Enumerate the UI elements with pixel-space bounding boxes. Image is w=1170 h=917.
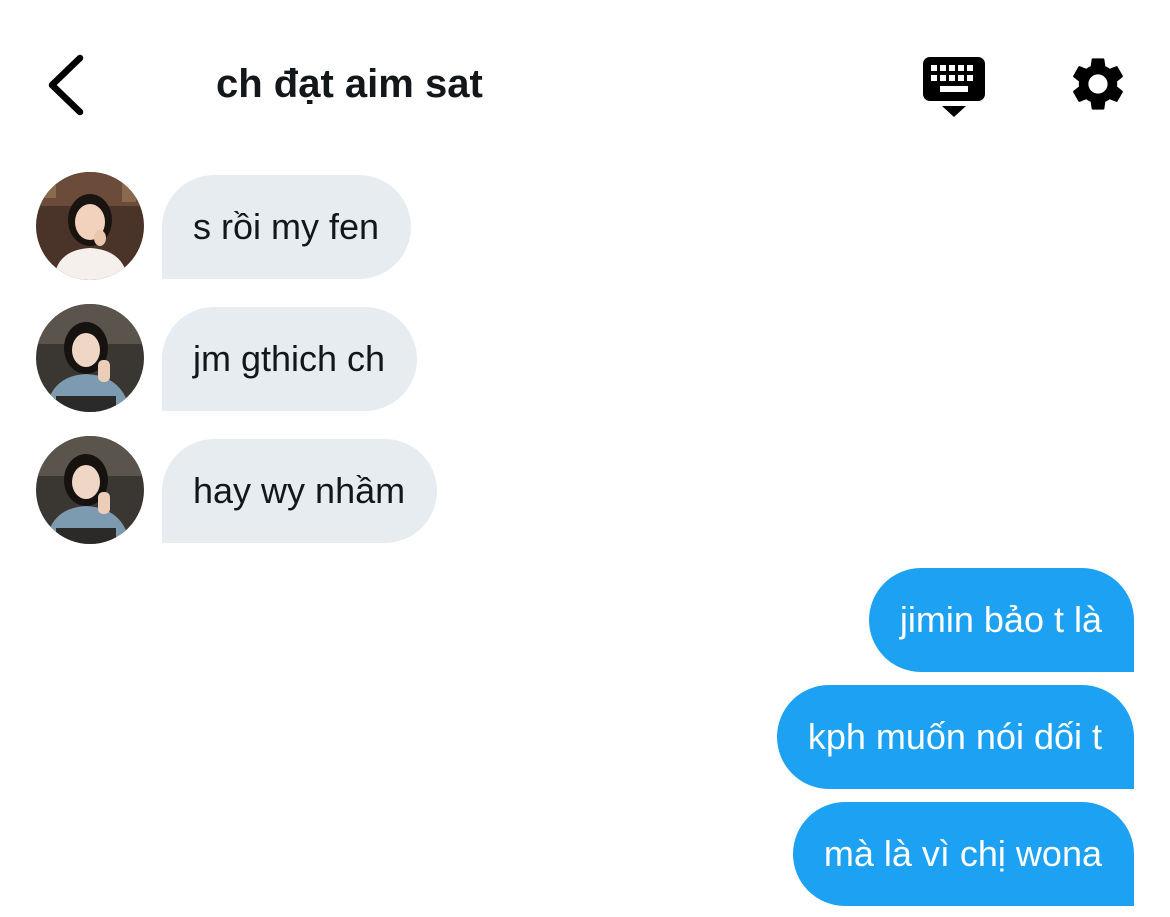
avatar[interactable] [36,304,144,412]
chat-header: ch đạt aim sat [0,0,1170,165]
avatar[interactable] [36,172,144,280]
outgoing-message-bubble[interactable]: kph muốn nói dối t [776,685,1134,789]
incoming-message-bubble[interactable]: hay wy nhầm [162,439,438,543]
incoming-message-bubble[interactable]: jm gthich ch [162,307,418,411]
avatar-image [36,172,144,280]
gear-icon [1073,58,1123,110]
avatar-image [36,304,144,412]
outgoing-message-bubble[interactable]: jimin bảo t là [868,568,1134,672]
incoming-message-bubble[interactable]: s rồi my fen [162,175,412,279]
keyboard-hide-icon [923,57,985,117]
conversation-title: ch đạt aim sat [216,62,483,106]
chevron-left-icon [48,54,84,116]
back-button[interactable] [38,50,98,120]
settings-button[interactable] [1066,52,1130,116]
outgoing-message-bubble[interactable]: mà là vì chị wona [792,802,1134,906]
keyboard-toggle-button[interactable] [920,54,988,120]
avatar-image [36,436,144,544]
avatar[interactable] [36,436,144,544]
